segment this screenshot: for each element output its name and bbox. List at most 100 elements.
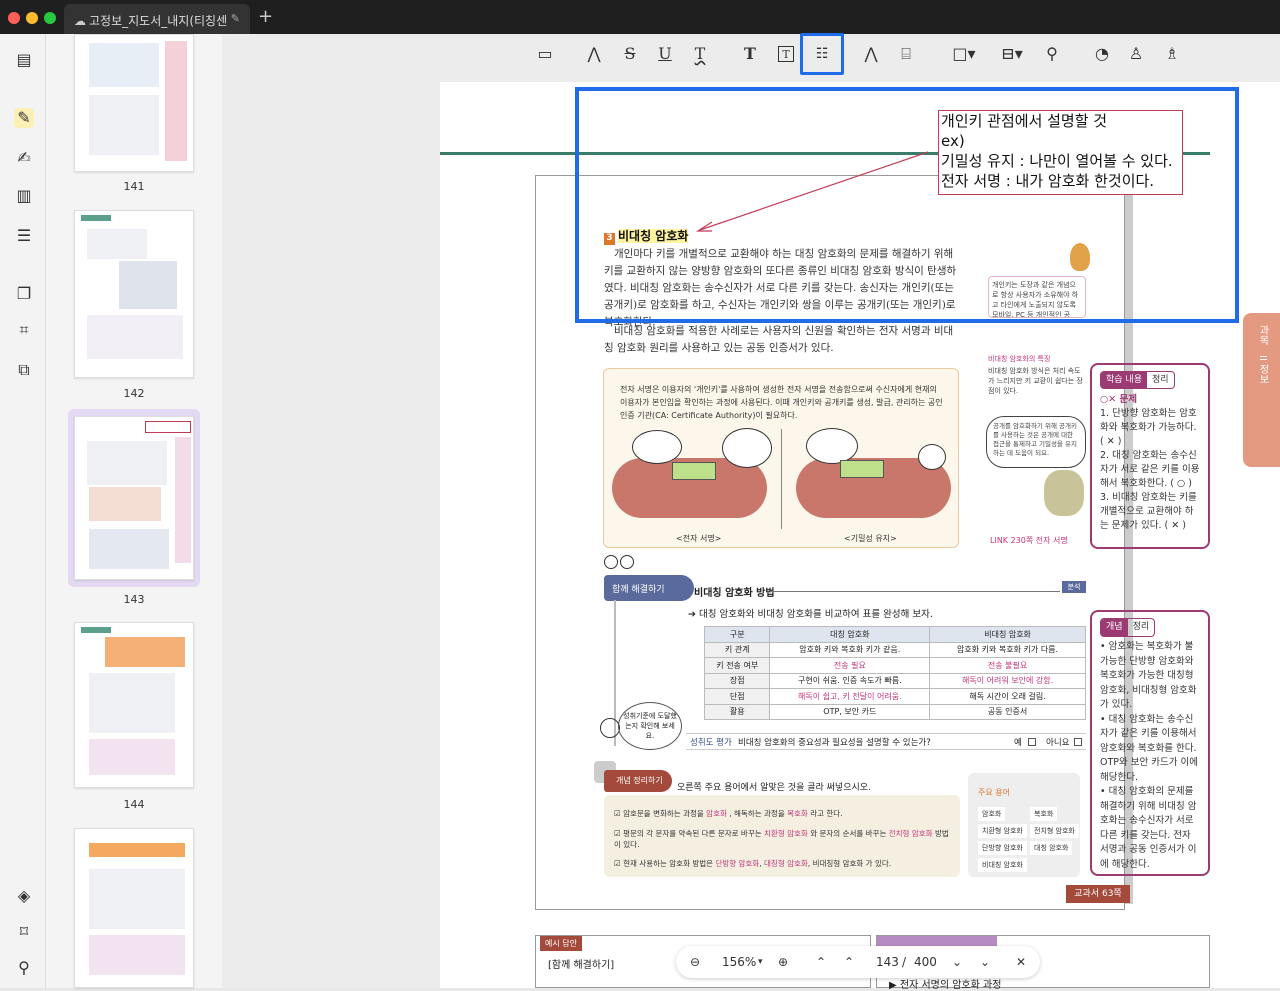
summary-text: , 해독하는 과정을 — [729, 809, 785, 818]
summary-text: 현재 사용하는 암호화 방법은 — [623, 859, 714, 868]
next-page-icon[interactable]: ⌄ — [952, 955, 962, 969]
form-icon[interactable]: ☰ — [14, 226, 34, 246]
summary-answer: 대칭형 암호화 — [764, 859, 808, 868]
thumbnail-page[interactable] — [74, 828, 194, 988]
pill-label: 개념 — [1101, 619, 1128, 636]
page-separator: / — [902, 955, 907, 969]
cartoon-bubble — [722, 428, 772, 468]
concept-item: • 암호화는 복호화가 불가능한 단방향 암호화와 복호화가 가능한 대칭형 암… — [1100, 641, 1197, 710]
eval-yes-checkbox[interactable] — [1028, 738, 1036, 746]
attachment-icon[interactable]: ⚲ — [1038, 40, 1066, 68]
eval-bubble: 성취기준에 도달했는지 확인해 보세요. — [618, 702, 682, 750]
chapter-tab-label: 과목 — [1257, 325, 1268, 345]
thumbnails-icon[interactable]: ▤ — [14, 50, 34, 70]
key-terms-box: 주요 용어 암호화 복호화 치환형 암호화 전치형 암호화 단방향 암호화 대칭… — [968, 773, 1080, 877]
pill-label: 학습 내용 — [1101, 372, 1147, 388]
thumbnail-page[interactable] — [74, 622, 194, 788]
chapter-tab-label: II 정보 — [1257, 355, 1268, 385]
compare-icon[interactable]: ⧉ — [14, 360, 34, 380]
organize-icon[interactable]: ❐ — [14, 284, 34, 304]
chapter-tab: 과목 II 정보 — [1243, 313, 1280, 467]
lower-right-title: ▶ 전자 서명의 암호화 과정 — [889, 980, 1002, 991]
summary-task: 오른쪽 주요 용어에서 알맞은 것을 골라 써넣으시오. — [677, 783, 871, 793]
signature-icon[interactable]: ♗ — [1158, 40, 1186, 68]
speech-bubble: 공개를 암호화하기 위해 공개키를 사용하는 것은 공개에 대한 접근을 통제하… — [986, 416, 1086, 468]
edit-pdf-icon[interactable]: ✍ — [14, 148, 34, 168]
character-icon — [1044, 470, 1084, 516]
summary-row: ☑ 현재 사용하는 암호화 방법은 단방향 암호화, 대칭형 암호화, 비대칭형… — [614, 859, 892, 868]
paragraph: 비대칭 암호화를 적용한 사례로는 사용자의 신원을 확인하는 전자 서명과 비… — [604, 325, 954, 354]
zoom-level[interactable]: 156% — [722, 955, 756, 969]
cloud-icon: ☁ — [74, 14, 86, 28]
edit-icon[interactable]: ✎ — [231, 12, 240, 25]
eval-no-checkbox[interactable] — [1074, 738, 1082, 746]
callout-arrow[interactable] — [690, 150, 930, 240]
chevron-down-icon[interactable]: ▾ — [758, 957, 763, 967]
new-tab-button[interactable]: + — [258, 6, 273, 27]
key-illustration — [840, 460, 884, 478]
annotate-icon[interactable]: ✎ — [14, 108, 34, 128]
summary-answer: 암호화 — [706, 809, 727, 818]
close-window-button[interactable] — [8, 12, 20, 24]
bookmark-icon[interactable]: ⌑ — [14, 922, 34, 942]
page-navigation-bar: ⊖ 156% ▾ ⊕ ⌃ ⌃ 143 / 400 ⌄ ⌄ ✕ — [676, 946, 1040, 978]
measure-icon[interactable]: ⊟▾ — [998, 40, 1026, 68]
cartoon-divider — [781, 429, 782, 529]
summary-answer: 치환형 암호화 — [764, 829, 808, 838]
solve-rule — [770, 591, 1060, 592]
stamp-icon[interactable]: ♙ — [1122, 40, 1150, 68]
highlighter-icon[interactable]: ⋀ — [580, 40, 608, 68]
left-rail: ▤ ✎ ✍ ▥ ☰ ❐ ⌗ ⧉ ◈ ⌑ ⚲ — [0, 34, 46, 988]
current-page-input[interactable]: 143 — [876, 955, 899, 969]
cartoon-caption: <기밀성 유지> — [844, 534, 897, 543]
total-pages: 400 — [914, 955, 937, 969]
summary-text: , — [759, 859, 762, 868]
comment-line: 전자 서명 : 내가 암호화 한것이다. — [941, 172, 1155, 190]
reader-icon[interactable]: ▥ — [14, 186, 34, 206]
first-page-icon[interactable]: ⌃ — [816, 955, 826, 969]
summary-text: 라고 한다. — [810, 809, 843, 818]
note-icon[interactable]: ▭ — [531, 40, 559, 68]
solve-task-text: 대칭 암호화와 비대칭 암호화를 비교하여 표를 완성해 보자. — [699, 609, 933, 620]
underline-icon[interactable]: U — [651, 40, 679, 68]
zoom-window-button[interactable] — [44, 12, 56, 24]
box-pill: 학습 내용 정리 — [1100, 371, 1175, 389]
crop-icon[interactable]: ⌗ — [14, 320, 34, 340]
key-term: 단방향 암호화 — [978, 841, 1027, 855]
summary-text: 암호문을 변화하는 과정을 — [623, 809, 704, 818]
text-icon[interactable]: T — [736, 40, 764, 68]
zoom-in-icon[interactable]: ⊕ — [778, 955, 788, 969]
zoom-out-icon[interactable]: ⊖ — [690, 955, 700, 969]
summary-text: 평문의 각 문자를 약속된 다른 문자로 바꾸는 — [623, 829, 762, 838]
table-cell: 키 전송 여부 — [703, 657, 771, 674]
cartoon-bubble — [806, 428, 858, 464]
sticker-icon[interactable]: ◔ — [1088, 40, 1116, 68]
callout-comment[interactable]: 개인키 관점에서 설명할 것 ex) 기밀성 유지 : 나만이 열어볼 수 있다… — [938, 110, 1183, 195]
prev-page-icon[interactable]: ⌃ — [844, 955, 854, 969]
minimize-window-button[interactable] — [26, 12, 38, 24]
textbox-icon[interactable]: T — [778, 46, 794, 62]
close-icon[interactable]: ✕ — [1016, 955, 1026, 969]
last-page-icon[interactable]: ⌄ — [980, 955, 990, 969]
layers-icon[interactable]: ◈ — [14, 886, 34, 906]
cartoon-bubble — [632, 430, 682, 464]
thumbnail-page[interactable] — [74, 210, 194, 378]
title-bar: ☁ 고정보_지도서_내지(티칭센 ✎ + — [0, 0, 1280, 34]
link-reference[interactable]: LINK 230쪽 전자 서명 — [990, 536, 1088, 546]
shape-icon[interactable]: □▾ — [950, 40, 978, 68]
key-term: 복호화 — [1030, 807, 1058, 821]
thumbnail-label: 143 — [123, 593, 145, 606]
strikethrough-icon[interactable]: S — [616, 40, 644, 68]
table-header: 대칭 암호화 — [769, 626, 931, 643]
thumbnail-label: 142 — [123, 387, 145, 400]
thumbnail-page-current[interactable] — [74, 416, 194, 580]
concept-item: • 대칭 암호화의 문제를 해결하기 위해 비대칭 암호화는 송수신자가 서로 … — [1100, 786, 1197, 870]
eraser-icon[interactable]: ⌸ — [892, 40, 920, 68]
document-tab[interactable]: ☁ 고정보_지도서_내지(티칭센 ✎ — [64, 4, 250, 34]
thumbnail-page[interactable] — [74, 34, 194, 172]
attachment-rail-icon[interactable]: ⚲ — [14, 958, 34, 978]
table-row: 키 전송 여부 전송 필요 전송 불필요 — [703, 657, 1086, 674]
squiggly-icon[interactable]: T — [686, 40, 714, 68]
pencil-icon[interactable]: ⋀ — [857, 40, 885, 68]
key-term: 비대칭 암호화 — [978, 858, 1027, 872]
